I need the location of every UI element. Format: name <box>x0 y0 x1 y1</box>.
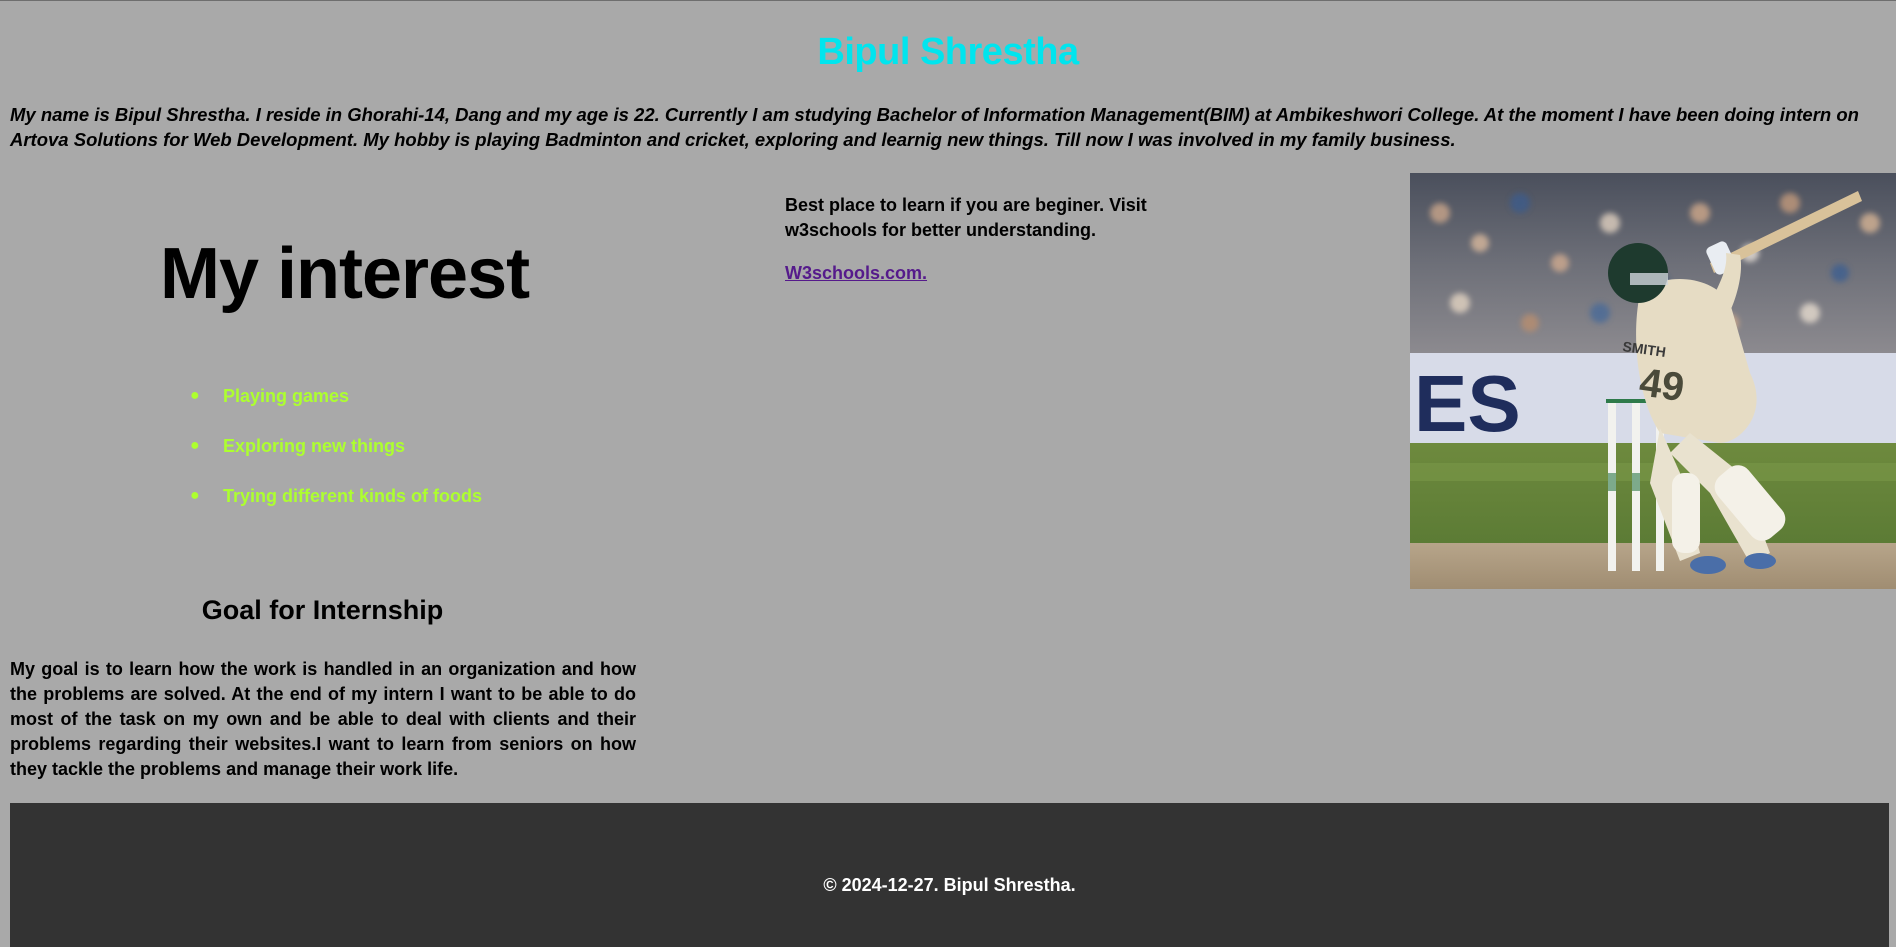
interest-heading: My interest <box>160 234 530 314</box>
list-item: ● Exploring new things <box>190 431 482 481</box>
goal-paragraph: My goal is to learn how the work is hand… <box>10 659 636 779</box>
board-text: ES <box>1414 359 1521 448</box>
site-title: Bipul Shrestha <box>817 31 1079 73</box>
list-item-label: Playing games <box>223 386 350 406</box>
cricket-photo-illustration: ES SMITH 49 <box>1410 173 1896 589</box>
resource-paragraph: Best place to learn if you are beginer. … <box>785 195 1147 240</box>
jersey-number: 49 <box>1637 360 1687 410</box>
list-item: ● Trying different kinds of foods <box>190 481 482 531</box>
list-item-label: Trying different kinds of foods <box>223 486 483 506</box>
cricket-photo: ES SMITH 49 <box>1410 173 1896 589</box>
goal-heading: Goal for Internship <box>201 595 444 625</box>
bullet-icon: ● <box>190 387 200 404</box>
footer: © 2024-12-27. Bipul Shrestha. <box>10 803 1889 947</box>
bullet-icon: ● <box>190 487 200 504</box>
w3schools-link[interactable]: W3schools.com. <box>785 263 927 284</box>
intro-paragraph: My name is Bipul Shrestha. I reside in G… <box>10 104 1859 150</box>
interest-list: ● Playing games ● Exploring new things ● Tr… <box>190 381 482 531</box>
bullet-icon: ● <box>190 437 200 454</box>
footer-copyright: © 2024-12-27. Bipul Shrestha. <box>823 875 1076 895</box>
list-item: ● Playing games <box>190 381 482 431</box>
list-item-label: Exploring new things <box>223 436 406 456</box>
